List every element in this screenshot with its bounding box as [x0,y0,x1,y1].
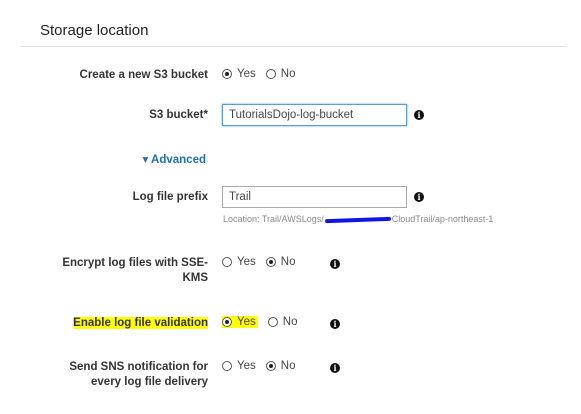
encrypt-label: Encrypt log files with SSE- KMS [28,256,208,286]
sns-yes-radio[interactable]: Yes [222,360,256,372]
encrypt-no-radio[interactable]: No [265,256,296,268]
radio-icon [222,69,232,79]
create-bucket-no-label: No [280,68,296,80]
sns-no-label: No [280,360,296,372]
encrypt-label-line2: KMS [182,272,208,284]
validation-no-label: No [282,316,298,328]
log-prefix-input[interactable]: Trail [222,186,407,208]
encrypt-no-label: No [280,256,296,268]
validation-label: Enable log file validation [28,316,208,331]
create-bucket-options: Yes No [222,68,305,80]
info-icon[interactable]: i [414,110,424,120]
radio-icon [265,361,276,371]
sns-label-line2: every log file delivery [91,376,208,388]
sns-label-line1: Send SNS notification for [69,361,208,373]
radio-icon [222,317,232,327]
validation-label-text: Enable log file validation [73,317,208,329]
redaction-mark [324,216,391,223]
validation-no-radio[interactable]: No [267,316,298,328]
section-title: Storage location [40,22,149,39]
log-prefix-label: Log file prefix [132,191,208,203]
sns-no-radio[interactable]: No [265,360,296,372]
sns-yes-label: Yes [237,360,256,372]
validation-yes-label: Yes [237,316,256,328]
advanced-toggle-link[interactable]: ▾ Advanced [142,152,206,166]
sns-options: Yes No [222,360,305,372]
section-divider [20,46,567,47]
radio-icon [265,69,276,79]
info-icon[interactable]: i [414,192,424,202]
log-location-hint: Location: Trail/AWSLogs/CloudTrail/ap-no… [223,214,493,224]
create-bucket-yes-radio[interactable]: Yes [222,68,256,80]
location-suffix-text: CloudTrail/ap-northeast-1 [391,214,494,224]
radio-icon [222,361,232,371]
info-icon[interactable]: i [330,363,340,373]
radio-icon [265,257,276,267]
encrypt-label-line1: Encrypt log files with SSE- [62,257,208,269]
validation-options: Yes No [222,316,307,328]
validation-yes-radio[interactable]: Yes [222,316,258,328]
location-prefix-text: Location: Trail/AWSLogs/ [223,214,324,224]
sns-label: Send SNS notification for every log file… [28,360,208,390]
encrypt-yes-label: Yes [237,256,256,268]
s3-bucket-input[interactable]: TutorialsDojo-log-bucket [222,104,407,126]
encrypt-yes-radio[interactable]: Yes [222,256,256,268]
radio-icon [267,317,278,327]
create-bucket-label: Create a new S3 bucket [79,69,208,81]
radio-icon [222,257,232,267]
info-icon[interactable]: i [330,319,340,329]
s3-bucket-label: S3 bucket* [149,109,208,121]
create-bucket-yes-label: Yes [237,68,256,80]
info-icon[interactable]: i [330,259,340,269]
create-bucket-no-radio[interactable]: No [265,68,296,80]
encrypt-options: Yes No [222,256,305,268]
